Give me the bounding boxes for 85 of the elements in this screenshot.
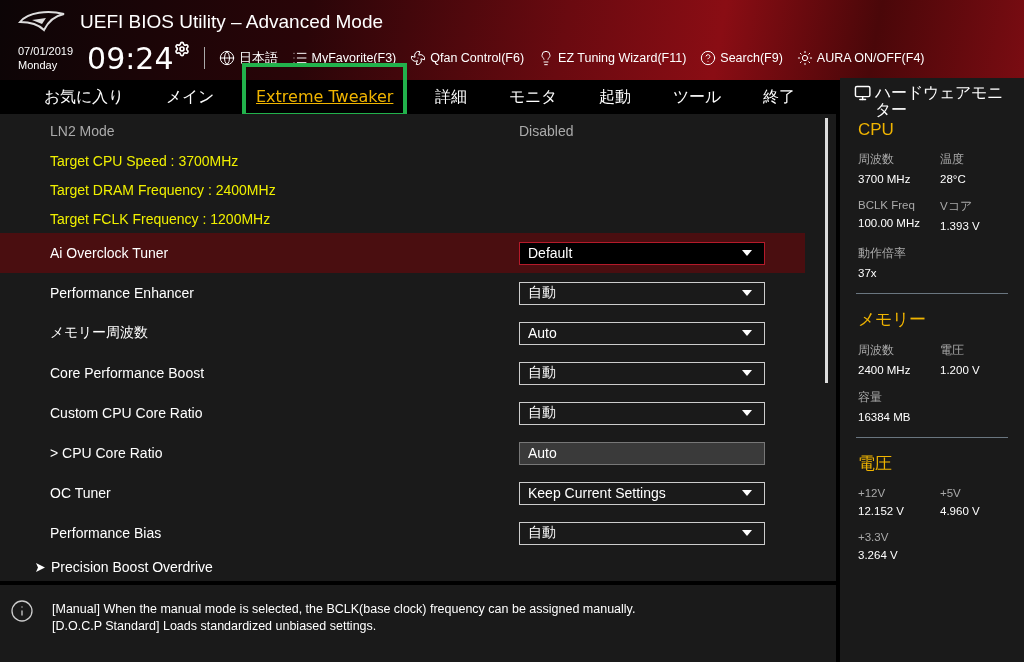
monitor-value: 16384 MB (858, 411, 912, 423)
clock-time: 09:24 (87, 40, 174, 76)
menu-tab[interactable]: モニタ (495, 80, 572, 114)
monitor-value: 1.200 V (940, 364, 981, 376)
day-text: Monday (18, 58, 59, 72)
monitor-icon (854, 84, 872, 102)
monitor-value: 3.264 V (858, 549, 899, 561)
monitor-value: 4.960 V (940, 505, 981, 517)
list-icon (291, 50, 308, 66)
globe-icon (218, 50, 235, 66)
caret-icon (742, 250, 752, 256)
monitor-value: 3700 MHz (858, 173, 912, 185)
setting-label: LN2 Mode (50, 123, 115, 139)
dropdown[interactable]: Keep Current Settings (519, 481, 765, 505)
caret-icon (742, 370, 752, 376)
setting-label: OC Tuner (50, 485, 111, 501)
dropdown[interactable]: 自動 (519, 521, 765, 545)
monitor-label: 動作倍率 (858, 246, 907, 261)
monitor-value: 100.00 MHz (858, 217, 921, 229)
setting-label: Custom CPU Core Ratio (50, 405, 203, 421)
monitor-value: 37x (858, 267, 878, 279)
setting-label: Performance Enhancer (50, 285, 194, 301)
monitor-label: +3.3V (858, 531, 890, 543)
toolbar-button[interactable]: Search(F9) (700, 50, 783, 66)
caret-icon (742, 290, 752, 296)
section-title: CPU (858, 120, 895, 140)
scrollbar[interactable] (825, 118, 828, 383)
monitor-value: 12.152 V (858, 505, 906, 517)
sun-icon (796, 50, 813, 66)
settings-icon[interactable] (173, 40, 190, 57)
selected-row[interactable]: Ai Overclock Tuner Default (0, 233, 805, 273)
monitor-label: 温度 (940, 152, 965, 167)
target-text: Target CPU Speed : 3700MHz (50, 152, 239, 169)
target-text: Target DRAM Frequency : 2400MHz (50, 181, 276, 198)
caret-icon (742, 490, 752, 496)
menu-tab[interactable]: 詳細 (421, 80, 482, 114)
monitor-label: 周波数 (858, 343, 895, 358)
help-icon (700, 50, 717, 66)
monitor-value: 2400 MHz (858, 364, 912, 376)
monitor-label: 周波数 (858, 152, 895, 167)
monitor-label: 容量 (858, 390, 883, 405)
caret-icon (742, 530, 752, 536)
dropdown[interactable]: 自動 (519, 361, 765, 385)
toolbar-button[interactable]: MyFavorite(F3) (291, 50, 397, 66)
caret-icon (742, 410, 752, 416)
dropdown[interactable]: 自動 (519, 401, 765, 425)
menu-tab[interactable]: 終了 (749, 80, 810, 114)
monitor-value: 28°C (940, 173, 967, 185)
submenu-item[interactable]: Precision Boost Overdrive (51, 559, 765, 575)
menu-tab[interactable]: ツール (659, 80, 736, 114)
dropdown[interactable]: 自動 (519, 281, 765, 305)
menu-tab[interactable]: メイン (152, 80, 228, 114)
monitor-label: Vコア (940, 199, 973, 214)
target-text: Target FCLK Frequency : 1200MHz (50, 210, 271, 227)
monitor-label: +12V (858, 487, 887, 499)
dropdown[interactable]: Auto (519, 321, 765, 345)
dropdown[interactable]: Default (519, 241, 765, 265)
setting-value: Disabled (519, 123, 575, 139)
setting-label: Performance Bias (50, 525, 162, 541)
arrow-icon (36, 562, 45, 572)
monitor-value: 1.393 V (940, 220, 981, 232)
setting-label: メモリー周波数 (50, 324, 148, 342)
caret-icon (742, 330, 752, 336)
panel-title: ハードウェアモニター (875, 84, 1005, 118)
monitor-label: BCLK Freq (858, 199, 916, 211)
toolbar-button[interactable]: EZ Tuning Wizard(F11) (538, 50, 687, 66)
help-text: [Manual] When the manual mode is selected, the BCLK(base clock) frequency can be assigned manually. (52, 601, 636, 618)
fan-icon (410, 50, 427, 66)
monitor-label: 電圧 (940, 343, 965, 358)
menu-tab[interactable]: お気に入り (30, 80, 138, 114)
help-text: [D.O.C.P Standard] Loads standardized unbiased settings. (52, 618, 378, 635)
info-icon (10, 599, 34, 623)
section-title: メモリー (858, 309, 927, 331)
logo-icon (18, 10, 66, 34)
readonly-field: Auto (519, 441, 765, 465)
window-title: UEFI BIOS Utility – Advanced Mode (80, 11, 384, 33)
section-title: 電圧 (858, 453, 893, 475)
monitor-label: +5V (940, 487, 962, 499)
date-text: 07/01/2019 (18, 44, 74, 58)
setting-label: Core Performance Boost (50, 365, 205, 381)
setting-label: > CPU Core Ratio (50, 445, 163, 461)
toolbar-button[interactable]: Qfan Control(F6) (410, 50, 525, 66)
menu-tab[interactable]: 起動 (585, 80, 646, 114)
setting-label: Ai Overclock Tuner (50, 245, 169, 261)
toolbar-button[interactable]: AURA ON/OFF(F4) (796, 50, 925, 66)
